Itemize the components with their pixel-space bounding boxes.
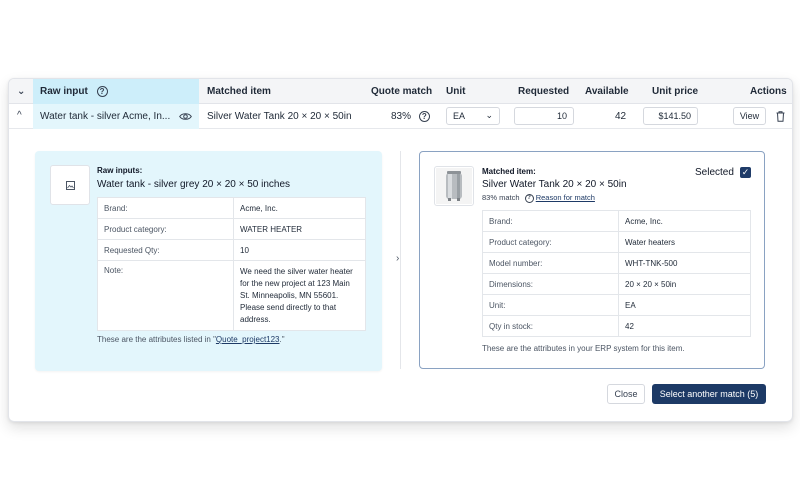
table-row: Dimensions: 20 × 20 × 50in (482, 273, 751, 295)
image-placeholder-icon (66, 181, 75, 190)
table-row: Qty in stock: 42 (482, 315, 751, 337)
table-row: Note: We need the silver water heater fo… (97, 260, 366, 331)
match-info: 83% match ? Reason for match (482, 193, 595, 203)
matched-footnote: These are the attributes in your ERP sys… (482, 344, 685, 353)
raw-inputs-panel: Raw inputs: Water tank - silver grey 20 … (35, 151, 382, 371)
table-row[interactable]: ^ Water tank - silver Acme, In... Silver… (9, 104, 792, 129)
table-header: ⌄ Raw input ? Matched item Quote match U… (9, 79, 792, 104)
matched-attributes-table: Brand: Acme, Inc. Product category: Wate… (482, 210, 751, 337)
row-available: 42 (615, 111, 627, 122)
unit-select[interactable]: EA ⌄ (446, 107, 500, 125)
header-available: Available (585, 86, 629, 97)
help-icon[interactable]: ? (524, 193, 534, 203)
product-image (434, 166, 474, 206)
table-row: Product category: WATER HEATER (97, 218, 366, 240)
unit-price-input[interactable]: $141.50 (643, 107, 698, 125)
row-raw-input: Water tank - silver Acme, In... (33, 104, 199, 129)
matched-item-panel: Matched item: Silver Water Tank 20 × 20 … (419, 151, 765, 369)
row-quote-match: 83% ? (391, 104, 430, 129)
table-row: Brand: Acme, Inc. (97, 197, 366, 219)
header-actions: Actions (750, 86, 787, 97)
collapse-all-toggle[interactable]: ⌄ (9, 79, 33, 104)
trash-icon[interactable] (776, 111, 785, 122)
table-row: Unit: EA (482, 294, 751, 316)
eye-icon[interactable] (179, 112, 192, 121)
close-button[interactable]: Close (607, 384, 645, 404)
view-button[interactable]: View (733, 107, 766, 125)
help-icon[interactable]: ? (96, 85, 108, 97)
select-another-match-button[interactable]: Select another match (5) (652, 384, 766, 404)
header-raw-input: Raw input ? (33, 79, 199, 104)
requested-input[interactable]: 10 (514, 107, 574, 125)
chevron-up-icon: ^ (17, 110, 22, 121)
raw-inputs-label: Raw inputs: (97, 166, 143, 175)
matched-item-title: Silver Water Tank 20 × 20 × 50in (482, 179, 627, 190)
reason-for-match-link[interactable]: Reason for match (536, 193, 595, 202)
raw-footnote: These are the attributes listed in "Quot… (97, 335, 285, 344)
header-unit-price: Unit price (652, 86, 699, 97)
selected-checkbox[interactable]: ✓ (740, 167, 751, 178)
row-collapse-toggle[interactable]: ^ (9, 104, 33, 129)
header-unit: Unit (446, 86, 466, 97)
header-requested: Requested (518, 86, 570, 97)
raw-inputs-title: Water tank - silver grey 20 × 20 × 50 in… (97, 179, 291, 190)
panel-divider (400, 151, 401, 369)
table-row: Product category: Water heaters (482, 231, 751, 253)
table-row: Requested Qty: 10 (97, 239, 366, 261)
chevron-right-icon: › (396, 253, 400, 264)
help-icon[interactable]: ? (418, 110, 430, 122)
header-matched-item: Matched item (207, 86, 271, 97)
row-matched-item[interactable]: Silver Water Tank 20 × 20 × 50in (207, 104, 352, 129)
chevron-down-icon: ⌄ (485, 110, 493, 120)
water-tank-image (436, 168, 472, 204)
table-row: Model number: WHT-TNK-500 (482, 252, 751, 274)
selected-label: Selected (695, 167, 734, 178)
chevron-down-icon: ⌄ (17, 86, 26, 97)
matched-item-label: Matched item: (482, 167, 536, 176)
quote-link[interactable]: Quote_project123 (216, 335, 280, 344)
raw-image-placeholder (50, 165, 90, 205)
raw-attributes-table: Brand: Acme, Inc. Product category: WATE… (97, 197, 366, 331)
table-row: Brand: Acme, Inc. (482, 210, 751, 232)
header-quote-match: Quote match (371, 86, 433, 97)
product-match-card: ⌄ Raw input ? Matched item Quote match U… (8, 78, 793, 422)
